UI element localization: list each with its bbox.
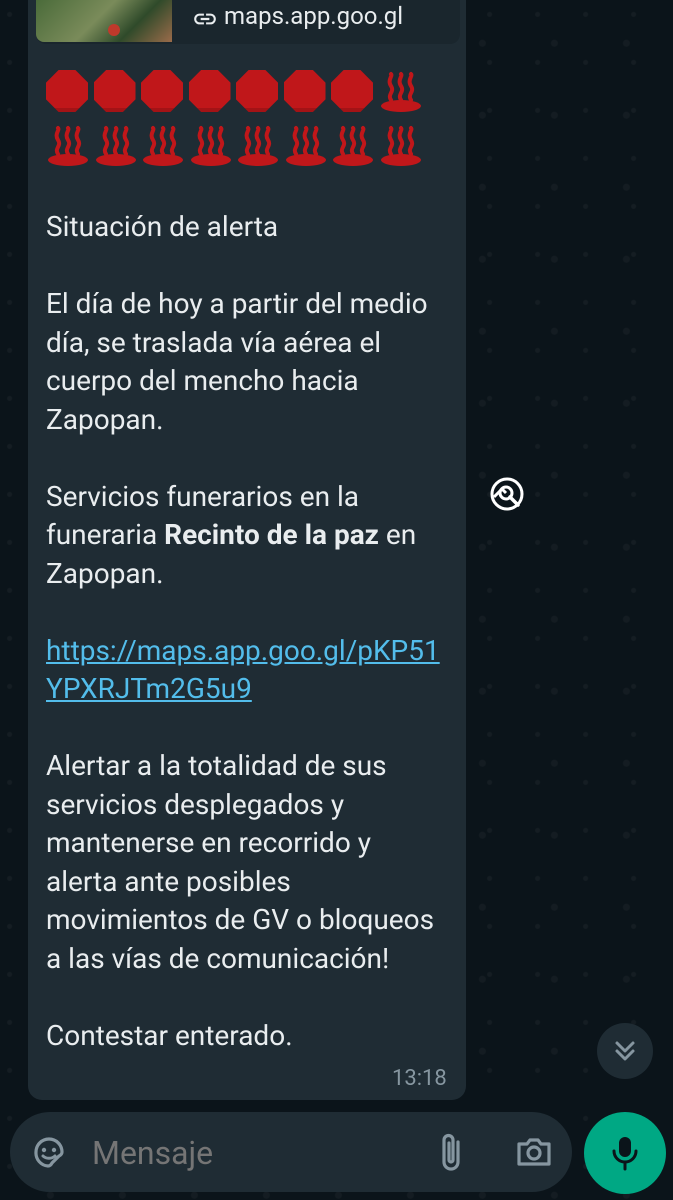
stop-sign-icon (283, 70, 332, 114)
hot-springs-icon (46, 124, 94, 168)
hot-springs-icon (379, 70, 427, 114)
stop-sign-icon (188, 70, 237, 114)
message-paragraph: Contestar enterado. (46, 1018, 293, 1052)
link-preview-thumbnail (36, 0, 172, 42)
search-image-icon (490, 477, 524, 511)
message-timestamp: 13:18 (392, 1066, 447, 1091)
voice-message-button[interactable] (584, 1112, 666, 1194)
emoji-row-2 (46, 124, 426, 168)
message-link-paragraph: https://maps.app.goo.gl/pKP51YPXRJTm2G5u… (46, 632, 446, 709)
stop-sign-icon (236, 70, 284, 114)
stop-sign-icon (93, 70, 142, 114)
hot-springs-icon (141, 124, 189, 168)
hot-springs-icon (236, 124, 284, 168)
sticker-button[interactable] (30, 1133, 68, 1175)
link-preview-url-text: maps.app.goo.gl (224, 2, 404, 30)
image-search-button[interactable] (488, 475, 526, 517)
microphone-icon (612, 1137, 638, 1171)
message-paragraph: Servicios funerarios en la funeraria Rec… (46, 478, 446, 594)
emoji-row-1 (46, 70, 426, 114)
hot-springs-icon (189, 124, 237, 168)
message-input-bar (10, 1112, 572, 1192)
hot-springs-icon (94, 124, 142, 168)
maps-link[interactable]: https://maps.app.goo.gl/pKP51YPXRJTm2G5u… (46, 634, 440, 706)
message-paragraph: El día de hoy a partir del medio día, se… (46, 287, 428, 436)
message-paragraph: Alertar a la totalidad de sus servicios … (46, 749, 435, 975)
message-bold-text: Recinto de la paz (164, 518, 379, 551)
hot-springs-icon (284, 124, 332, 168)
sticker-icon (34, 1137, 64, 1168)
message-input[interactable] (90, 1130, 394, 1176)
link-preview[interactable]: maps.app.goo.gl (36, 0, 460, 44)
camera-button[interactable] (515, 1134, 553, 1174)
stop-sign-icon (141, 70, 189, 114)
message-text: Situación de alerta El día de hoy a part… (46, 208, 446, 1094)
paperclip-icon (442, 1133, 460, 1171)
scroll-to-bottom-button[interactable] (597, 1023, 653, 1079)
link-preview-url: maps.app.goo.gl (194, 2, 404, 30)
stop-sign-icon (331, 70, 379, 114)
double-chevron-down-icon (615, 1041, 635, 1061)
message-heading: Situación de alerta (46, 210, 279, 243)
camera-icon (517, 1138, 551, 1166)
stop-sign-icon (46, 70, 94, 114)
hot-springs-icon (379, 124, 427, 168)
attach-button[interactable] (438, 1132, 466, 1176)
hot-springs-icon (331, 124, 379, 168)
link-icon (194, 13, 216, 25)
